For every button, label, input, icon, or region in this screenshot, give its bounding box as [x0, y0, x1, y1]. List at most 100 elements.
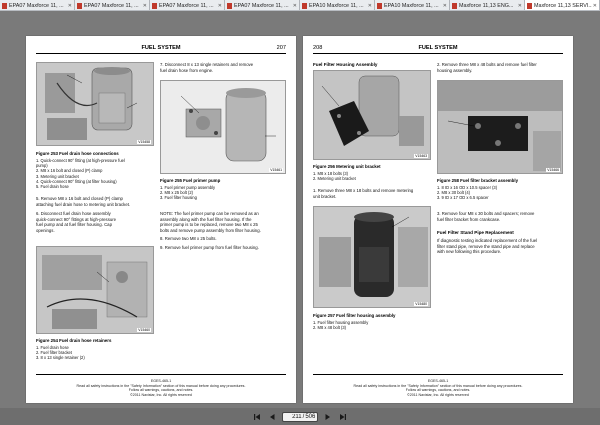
footer-line: ©2011 Navistar, Inc. All rights reserved — [407, 392, 469, 397]
text-line: If diagnostic testing indicated replacem… — [437, 238, 538, 243]
close-icon[interactable]: ✕ — [518, 3, 522, 9]
close-icon[interactable]: ✕ — [368, 3, 372, 9]
pdf-viewer: EPA07 Maxforce 11, ... ✕ EPA07 Maxforce 1… — [0, 0, 600, 425]
page-footer: EGES-465-1 Read all safety instructions … — [26, 379, 296, 397]
tab-label: EPA10 Maxforce 11, ... — [309, 2, 364, 9]
close-icon[interactable]: ✕ — [593, 3, 597, 9]
tab-2[interactable]: EPA07 Maxforce 11, ... ✕ — [150, 0, 225, 10]
text-line: 6. Disconnect fuel drain hose assembly — [36, 211, 111, 216]
last-page-button[interactable] — [338, 412, 348, 422]
page-header: 208 FUEL SYSTEM — [313, 44, 563, 54]
text-line: fuel drain hose from engine. — [160, 67, 214, 73]
total-pages: 506 — [305, 413, 316, 420]
figure-255-image: V15461 — [160, 80, 286, 174]
page-right: 208 FUEL SYSTEM Fuel Filter Housing Asse… — [303, 36, 573, 403]
first-page-button[interactable] — [252, 412, 262, 422]
figure-257-legend: 1. Fuel filter housing assembly 2. M8 x … — [313, 320, 368, 330]
tab-1[interactable]: EPA07 Maxforce 11, ... ✕ — [75, 0, 150, 10]
chevron-right-icon — [325, 413, 331, 420]
close-icon[interactable]: ✕ — [293, 3, 297, 9]
step-2: 2. Remove three M8 x 48 bolts and remove… — [437, 62, 537, 73]
footer-code: EGES-465-1 — [150, 378, 172, 383]
close-icon[interactable]: ✕ — [443, 3, 447, 9]
figure-253-image: V15458 — [36, 62, 154, 146]
step-8: 8. Remove two M8 x 25 bolts. — [160, 236, 217, 241]
figure-253-caption: Figure 253 Fuel drain hose connections — [36, 151, 119, 156]
page-title: FUEL SYSTEM — [418, 45, 458, 51]
engine-illustration — [37, 63, 153, 145]
tab-3[interactable]: EPA07 Maxforce 11, ... ✕ — [225, 0, 300, 10]
filter-bracket-illustration — [438, 81, 562, 173]
close-icon[interactable]: ✕ — [143, 3, 147, 9]
close-icon[interactable]: ✕ — [68, 3, 72, 9]
page-left: FUEL SYSTEM 207 V15458 Figure 253 Fuel d… — [26, 36, 296, 403]
figure-256-caption: Figure 256 Metering unit bracket — [313, 164, 381, 169]
page-navigation-toolbar: / 506 — [0, 408, 600, 425]
step-1: 1. Remove three M8 x 18 bolts and remove… — [313, 188, 413, 199]
figure-258-image: V15466 — [437, 80, 563, 174]
close-icon[interactable]: ✕ — [218, 3, 222, 9]
page-separator: / — [302, 413, 305, 420]
tab-4[interactable]: EPA10 Maxforce 11, ... ✕ — [300, 0, 375, 10]
pdf-icon — [302, 2, 307, 9]
figure-256-image: V15463 — [313, 70, 431, 160]
legend-item: 1. Quick-connect 90° fitting (at high-pr… — [36, 158, 125, 163]
primer-pump-illustration — [161, 81, 285, 173]
figure-258-caption: Figure 258 Fuel filter bracket assembly — [437, 178, 519, 183]
tab-0[interactable]: EPA07 Maxforce 11, ... ✕ — [0, 0, 75, 10]
tab-label: EPA07 Maxforce 11, ... — [84, 2, 139, 9]
page-number-input[interactable] — [284, 412, 302, 421]
skip-end-icon — [340, 413, 347, 420]
tab-label: Maxforce 11,13 ENG... — [459, 2, 514, 9]
tab-5[interactable]: EPA10 Maxforce 11, ... ✕ — [375, 0, 450, 10]
legend-item: 3. 8 x 13 single retainer (2) — [36, 355, 85, 361]
figure-id: V15460 — [137, 328, 151, 332]
figure-id: V15463 — [414, 154, 428, 158]
text-line: unit bracket. — [313, 193, 337, 199]
next-page-button[interactable] — [323, 412, 333, 422]
text-line: bolts and remove pump assembly from filt… — [160, 227, 261, 233]
text-line: fuel filter bracket from crankcase. — [437, 216, 501, 222]
previous-page-button[interactable] — [267, 412, 277, 422]
standpipe-intro: If diagnostic testing indicated replacem… — [437, 238, 537, 255]
text-line: primer pump is to be replaced, remove tw… — [160, 222, 258, 228]
section-title: Fuel Filter Stand Pipe Replacement — [437, 230, 514, 235]
figure-255-caption: Figure 255 Fuel primer pump — [160, 178, 221, 183]
footer-line: ©2011 Navistar, Inc. All rights reserved — [130, 392, 192, 397]
text-line: housing assembly. — [437, 67, 473, 73]
tab-label: EPA07 Maxforce 11, ... — [9, 2, 64, 9]
pdf-icon — [227, 2, 232, 9]
text-line: 7. Disconnect 8 x 13 single retainers an… — [160, 62, 254, 67]
tab-6[interactable]: Maxforce 11,13 ENG... ✕ — [450, 0, 525, 10]
page-number: 207 — [276, 45, 286, 51]
step-7: 7. Disconnect 8 x 13 single retainers an… — [160, 62, 253, 73]
tab-label: EPA07 Maxforce 11, ... — [234, 2, 289, 9]
text-line: attaching fuel drain hose to metering un… — [36, 201, 131, 207]
figure-254-legend: 1. Fuel drain hose 2. Fuel filter bracke… — [36, 345, 85, 361]
text-line: openings. — [36, 227, 55, 233]
legend-item: 5. Fuel drain hose — [36, 184, 69, 190]
page-footer: EGES-465-1 Read all safety instructions … — [303, 379, 573, 397]
note: NOTE: The fuel primer pump can be remove… — [160, 211, 261, 233]
filter-housing-illustration — [314, 207, 430, 307]
pdf-icon — [377, 2, 382, 9]
skip-start-icon — [253, 413, 260, 420]
pdf-icon — [527, 2, 532, 9]
bracket-illustration — [314, 71, 430, 159]
pdf-icon — [77, 2, 82, 9]
page-title: FUEL SYSTEM — [141, 45, 181, 51]
figure-id: V15458 — [137, 140, 151, 144]
legend-item: 3. Fuel filter housing — [160, 195, 197, 201]
step-3: 3. Remove four M8 x 30 bolts and spacers… — [437, 211, 534, 222]
pdf-icon — [452, 2, 457, 9]
tab-label: Maxforce 11,13 SERVI... — [534, 2, 592, 9]
step-9: 9. Remove fuel primer pump from fuel fil… — [160, 245, 259, 250]
legend-item: 3. 9 ID x 17 OD x 6.5 spacer — [437, 195, 489, 201]
figure-254-caption: Figure 254 Fuel drain hose retainers — [36, 338, 112, 343]
tab-7[interactable]: Maxforce 11,13 SERVI... ✕ — [525, 0, 600, 10]
text-line: fuel pump and at fuel filter housing. Ca… — [36, 222, 112, 228]
text-line: with new following this procedure. — [437, 249, 502, 255]
text-line: 2. Remove three M8 x 48 bolts and remove… — [437, 62, 537, 67]
page-header: FUEL SYSTEM 207 — [36, 44, 286, 54]
figure-id: V15480 — [414, 302, 428, 306]
